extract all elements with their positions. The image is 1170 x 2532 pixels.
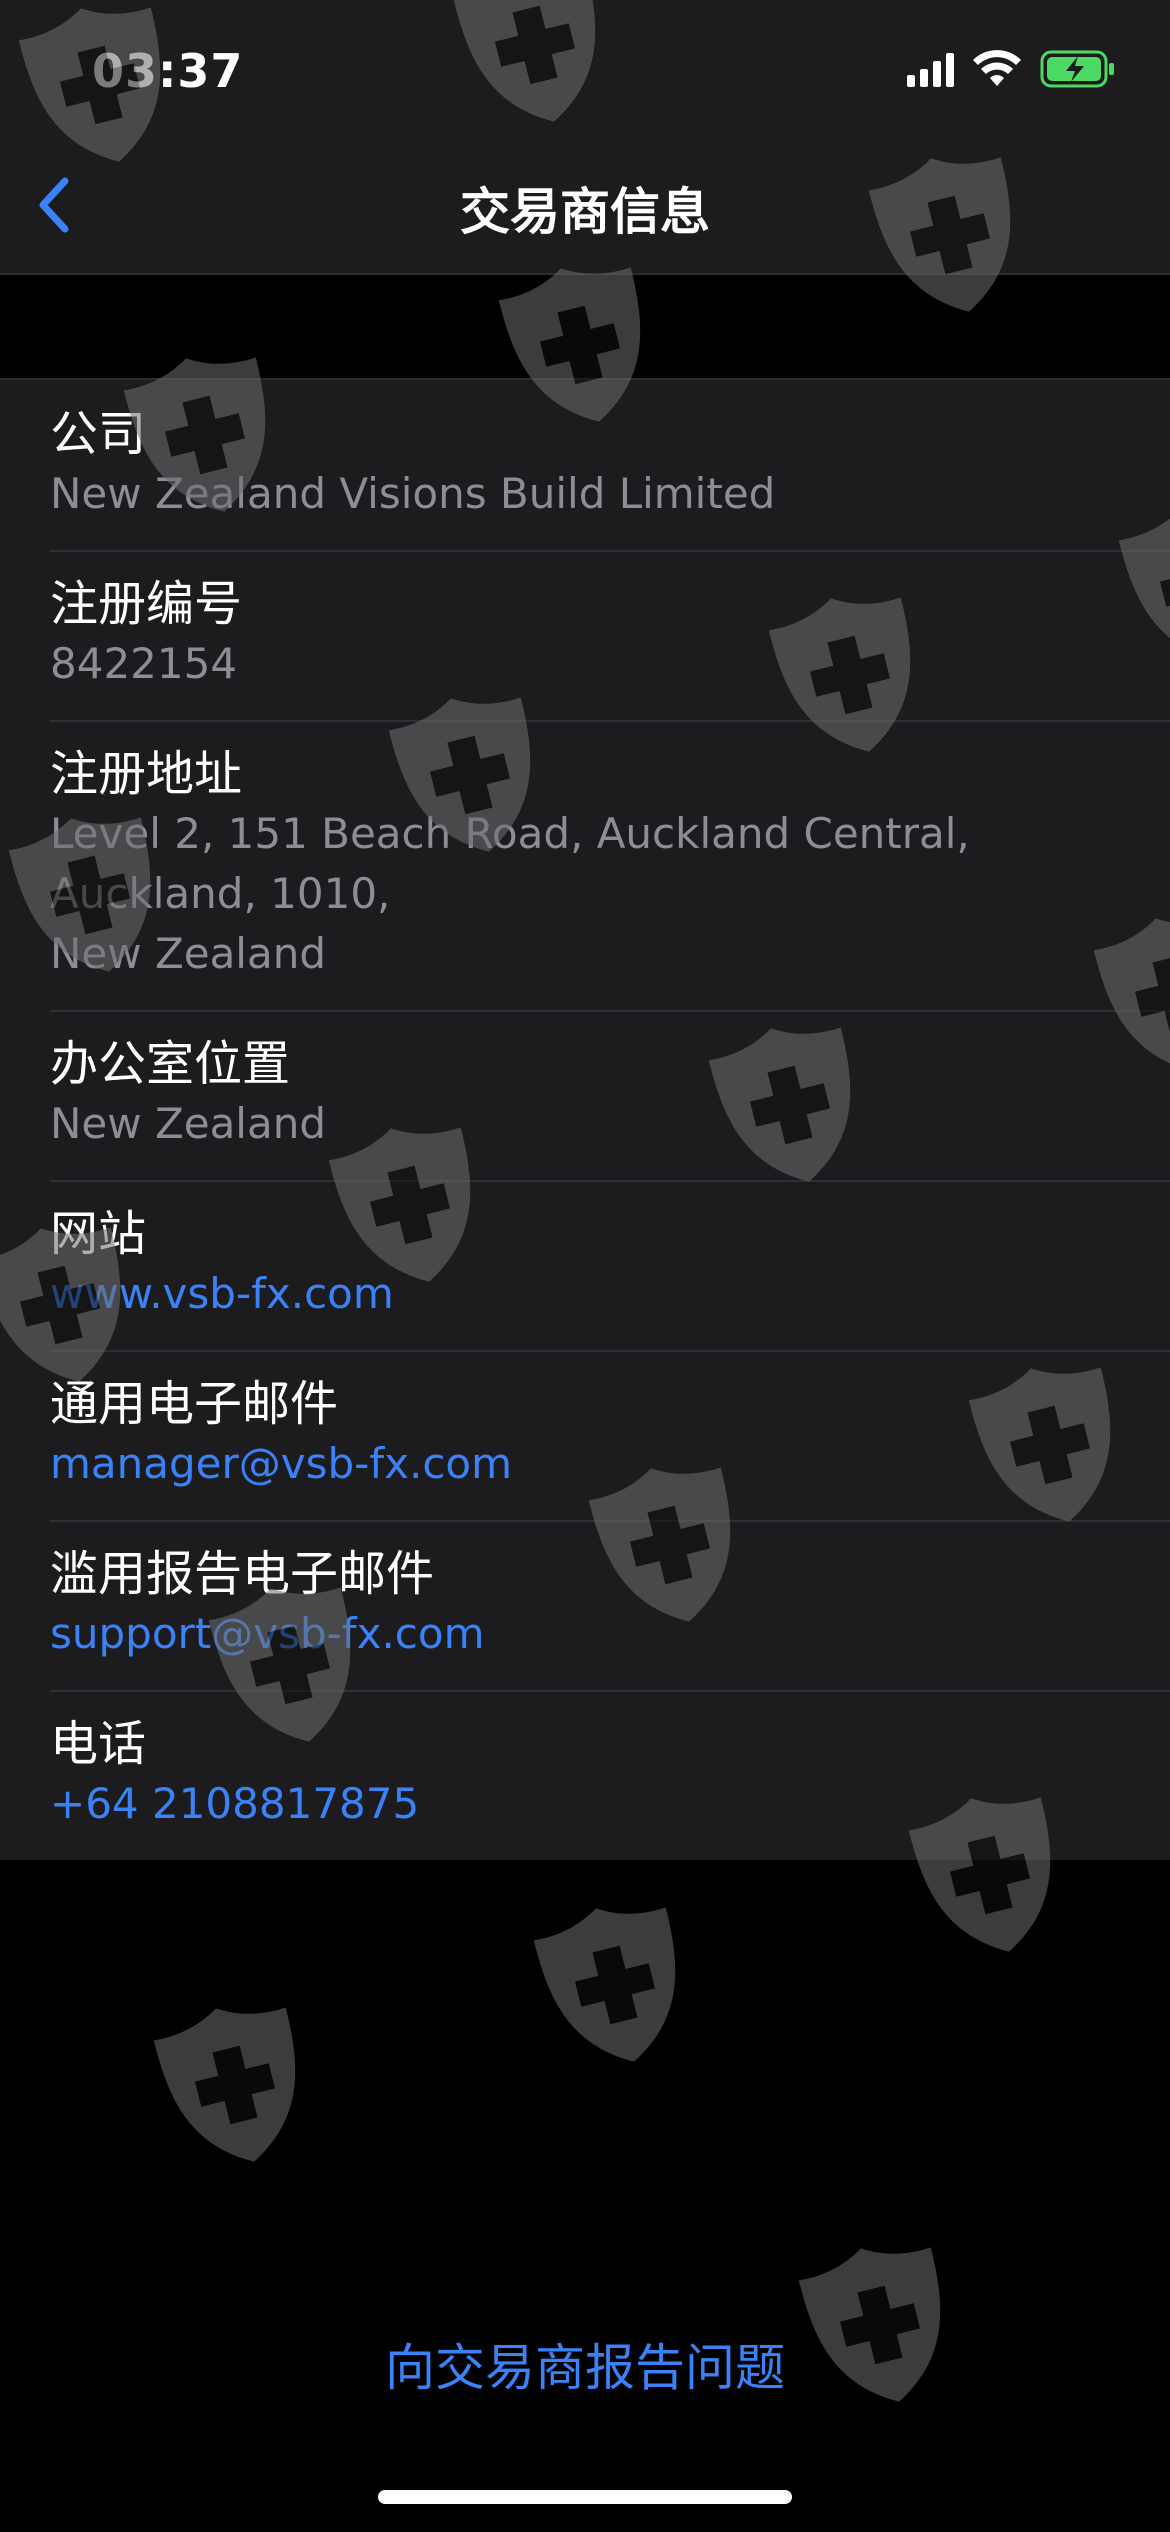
row-registered-address: 注册地址 Level 2, 151 Beach Road, Auckland C…: [0, 720, 1170, 1010]
row-registration-number: 注册编号 8422154: [0, 550, 1170, 720]
office-location-value: New Zealand: [50, 1099, 326, 1148]
status-time: 03:37: [92, 44, 244, 98]
cellular-signal-icon: [907, 51, 954, 87]
navigation-header: 03:37 交易商信息: [0, 0, 1170, 275]
home-indicator: [378, 2490, 792, 2504]
general-email-link[interactable]: manager@vsb-fx.com: [50, 1434, 1120, 1494]
website-link[interactable]: www.vsb-fx.com: [50, 1264, 1120, 1324]
registered-address-label: 注册地址: [50, 746, 243, 802]
row-website: 网站 www.vsb-fx.com: [0, 1180, 1170, 1350]
status-icons: [907, 50, 1116, 88]
company-label: 公司: [50, 406, 147, 462]
registration-number-value: 8422154: [50, 639, 238, 688]
registered-address-value: Level 2, 151 Beach Road, Auckland Centra…: [50, 809, 970, 978]
row-company: 公司 New Zealand Visions Build Limited: [0, 380, 1170, 550]
row-phone: 电话 +64 2108817875: [0, 1690, 1170, 1860]
row-abuse-email: 滥用报告电子邮件 support@vsb-fx.com: [0, 1520, 1170, 1690]
shield-cross-icon: [533, 1907, 676, 2062]
phone-label: 电话: [50, 1716, 147, 1772]
general-email-label: 通用电子邮件: [50, 1376, 339, 1432]
row-general-email: 通用电子邮件 manager@vsb-fx.com: [0, 1350, 1170, 1520]
company-value: New Zealand Visions Build Limited: [50, 469, 776, 518]
abuse-email-label: 滥用报告电子邮件: [50, 1546, 435, 1602]
page-title: 交易商信息: [460, 183, 710, 241]
header-divider: [0, 273, 1170, 275]
report-broker-issue-link[interactable]: 向交易商报告问题: [0, 2328, 1170, 2400]
abuse-email-link[interactable]: support@vsb-fx.com: [50, 1604, 1120, 1664]
website-label: 网站: [50, 1206, 147, 1262]
phone-link[interactable]: +64 2108817875: [50, 1774, 1120, 1834]
broker-info-list: 公司 New Zealand Visions Build Limited 注册编…: [0, 378, 1170, 1860]
shield-cross-icon: [153, 2007, 296, 2162]
row-office-location: 办公室位置 New Zealand: [0, 1010, 1170, 1180]
office-location-label: 办公室位置: [50, 1036, 291, 1092]
registration-number-label: 注册编号: [50, 576, 243, 632]
wifi-icon: [973, 50, 1021, 86]
battery-charging-icon: [1040, 50, 1114, 88]
screen: 03:37 交易商信息 公司 New Zealand Visions Build…: [0, 0, 1170, 2532]
